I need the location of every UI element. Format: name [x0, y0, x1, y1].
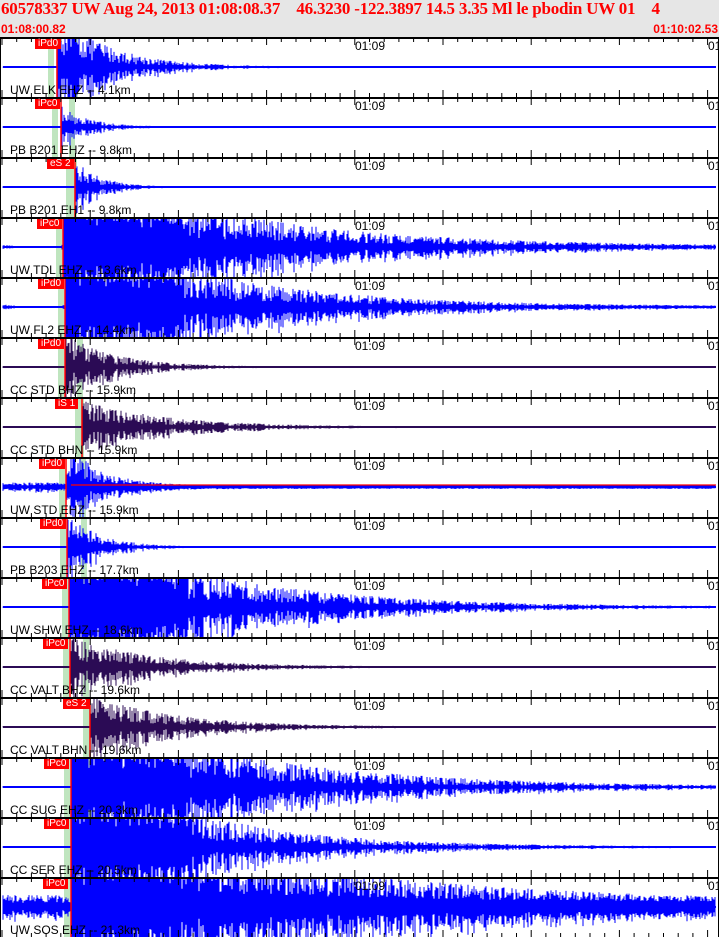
time-tick-label: 01 [708, 579, 719, 593]
phase-pick-label[interactable]: iPc0 [44, 819, 70, 829]
trace-panel[interactable]: 01:09 01 eS 2 PB B201 EH1 -- 9.8km [0, 157, 719, 217]
time-tick-label: 01 [708, 279, 719, 293]
trace-panel[interactable]: 01:09 01 iPd0 PB B203 EHZ -- 17.7km [0, 517, 719, 577]
phase-pick-label[interactable]: eS 2 [47, 159, 74, 169]
phase-pick-label[interactable]: iPd0 [40, 519, 67, 529]
time-tick-label: 01 [708, 639, 719, 653]
station-label: CC VALT BHZ -- 19.6km [10, 683, 141, 697]
time-tick-label: 01:09 [355, 519, 386, 533]
time-tick-label: 01 [708, 219, 719, 233]
station-label: UW SHW EHZ -- 18.6km [10, 623, 143, 637]
trace-panel[interactable]: 01:09 01 iPd0 CC STD BHZ -- 15.9km [0, 337, 719, 397]
station-label: PB B201 EHZ -- 9.8km [10, 143, 133, 157]
phase-pick-label[interactable]: iPc0 [42, 579, 68, 589]
trace-panel[interactable]: 01:09 01 iPd0 UW ELK EHZ -- 4.1km [0, 37, 719, 97]
trace-panel[interactable]: 01:09 01 iPc0 CC VALT BHZ -- 19.6km [0, 637, 719, 697]
phase-pick-label[interactable]: iPc0 [35, 99, 61, 109]
station-label: PB B203 EHZ -- 17.7km [10, 563, 139, 577]
phase-pick-label[interactable]: eS 2 [63, 699, 90, 709]
time-tick-label: 01:09 [355, 279, 386, 293]
phase-pick-label[interactable]: iPd0 [39, 459, 66, 469]
start-time: 01:08:00.82 [1, 22, 66, 36]
event-title: 60578337 UW Aug 24, 2013 01:08:08.37 46.… [1, 0, 660, 18]
station-label: PB B201 EH1 -- 9.8km [10, 203, 132, 217]
time-tick-label: 01:09 [355, 759, 386, 773]
time-tick-label: 01 [708, 879, 719, 893]
time-tick-label: 01:09 [355, 819, 386, 833]
phase-pick-label[interactable]: iPc0 [43, 879, 69, 889]
station-label: CC STD BHZ -- 15.9km [10, 383, 137, 397]
phase-pick-label[interactable]: iPc0 [43, 639, 69, 649]
time-tick-label: 01:09 [355, 159, 386, 173]
station-label: UW STD EHZ -- 15.9km [10, 503, 139, 517]
time-tick-label: 01 [708, 759, 719, 773]
phase-pick-label[interactable]: iPc0 [44, 759, 70, 769]
trace-panel[interactable]: 01:09 01 iPc0 UW SOS EHZ -- 21.3km [0, 877, 719, 937]
station-label: UW TDL EHZ -- 13.6km [10, 263, 137, 277]
trace-panel[interactable]: 01:09 01 iPc0 CC SUG EHZ -- 20.3km [0, 757, 719, 817]
time-tick-label: 01:09 [355, 699, 386, 713]
station-label: UW FL2 EHZ -- 14.4km [10, 323, 136, 337]
time-tick-label: 01:09 [355, 99, 386, 113]
time-tick-label: 01:09 [355, 39, 386, 53]
end-time: 01:10:02.53 [653, 22, 718, 36]
phase-pick-label[interactable]: iPd0 [35, 39, 62, 49]
phase-pick-label[interactable]: iPc0 [37, 219, 63, 229]
trace-panel[interactable]: 01:09 01 iPc0 CC SER EHZ -- 20.5km [0, 817, 719, 877]
station-label: UW ELK EHZ -- 4.1km [10, 83, 131, 97]
station-label: CC VALT BHN -- 19.6km [10, 743, 142, 757]
trace-panel[interactable]: 01:09 01 iPd0 UW STD EHZ -- 15.9km [0, 457, 719, 517]
time-tick-label: 01:09 [355, 219, 386, 233]
trace-panel[interactable]: 01:09 01 iPc0 PB B201 EHZ -- 9.8km [0, 97, 719, 157]
time-tick-label: 01:09 [355, 339, 386, 353]
time-tick-label: 01 [708, 339, 719, 353]
station-label: CC SUG EHZ -- 20.3km [10, 803, 139, 817]
time-tick-label: 01 [708, 399, 719, 413]
trace-panel[interactable]: 01:09 01 iS 1 CC STD BHN -- 15.9km [0, 397, 719, 457]
station-label: UW SOS EHZ -- 21.3km [10, 923, 141, 937]
time-tick-label: 01:09 [355, 399, 386, 413]
time-tick-label: 01:09 [355, 579, 386, 593]
phase-pick-label[interactable]: iPd0 [38, 279, 65, 289]
time-tick-label: 01 [708, 39, 719, 53]
time-tick-label: 01:09 [355, 639, 386, 653]
time-tick-label: 01:09 [355, 879, 386, 893]
time-tick-label: 01 [708, 459, 719, 473]
time-tick-label: 01 [708, 99, 719, 113]
trace-panel[interactable]: 01:09 01 iPc0 UW TDL EHZ -- 13.6km [0, 217, 719, 277]
time-tick-label: 01 [708, 819, 719, 833]
time-tick-label: 01 [708, 519, 719, 533]
event-header: 60578337 UW Aug 24, 2013 01:08:08.37 46.… [0, 0, 719, 37]
station-label: CC STD BHN -- 15.9km [10, 443, 138, 457]
time-tick-label: 01 [708, 159, 719, 173]
phase-pick-label[interactable]: iPd0 [38, 339, 65, 349]
phase-pick-label[interactable]: iS 1 [55, 399, 79, 409]
seismogram-panels: 01:09 01 iPd0 UW ELK EHZ -- 4.1km 01:09 01 iPc… [0, 37, 719, 938]
trace-panel[interactable]: 01:09 01 eS 2 CC VALT BHN -- 19.6km [0, 697, 719, 757]
station-label: CC SER EHZ -- 20.5km [10, 863, 137, 877]
trace-panel[interactable]: 01:09 01 iPc0 UW SHW EHZ -- 18.6km [0, 577, 719, 637]
time-tick-label: 01 [708, 699, 719, 713]
trace-panel[interactable]: 01:09 01 iPd0 UW FL2 EHZ -- 14.4km [0, 277, 719, 337]
time-tick-label: 01:09 [355, 459, 386, 473]
